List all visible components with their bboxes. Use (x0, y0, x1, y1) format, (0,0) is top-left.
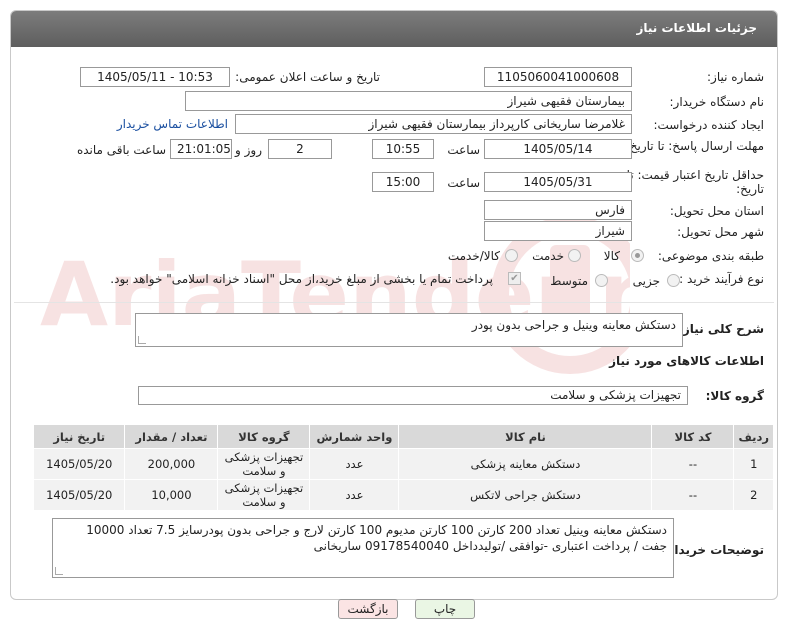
items-table: ردیف کد کالا نام کالا واحد شمارش گروه کا… (32, 424, 774, 511)
purchase-type-label: نوع فرآیند خرید : (679, 272, 764, 286)
remaining-label: ساعت باقی مانده (76, 143, 166, 157)
announce-datetime-field: 1405/05/11 - 10:53 (80, 67, 230, 87)
contact-info-link[interactable]: اطلاعات تماس خریدار (117, 117, 228, 131)
subject-radio-service[interactable] (568, 249, 581, 262)
goods-info-heading: اطلاعات کالاهای مورد نیاز (609, 354, 764, 368)
col-header-row-number: ردیف (733, 424, 774, 449)
back-button[interactable]: بازگشت (338, 599, 398, 619)
requester-label: ایجاد کننده درخواست: (653, 118, 764, 132)
cell-row-number: 2 (733, 479, 774, 511)
description-text: دستکش معاینه وینیل و جراحی بدون پودر (471, 318, 676, 332)
reply-time-field: 10:55 (372, 139, 434, 159)
goods-group-field: تجهیزات پزشکی و سلامت (138, 386, 688, 405)
cell-row-number: 1 (733, 448, 774, 480)
cell-need-date: 1405/05/20 (32, 448, 126, 480)
price-time-field: 15:00 (372, 172, 434, 192)
goods-group-label: گروه کالا: (705, 389, 764, 403)
subject-option-service: خدمت (532, 249, 564, 263)
col-header-quantity: تعداد / مقدار (124, 424, 219, 449)
reply-date-field: 1405/05/14 (484, 139, 632, 159)
province-field: فارس (484, 200, 632, 220)
col-header-group: گروه کالا (217, 424, 311, 449)
price-date-field: 1405/05/31 (484, 172, 632, 192)
description-textarea[interactable]: دستکش معاینه وینیل و جراحی بدون پودر (135, 313, 683, 347)
days-field: 2 (268, 139, 332, 159)
panel-title: جزئیات اطلاعات نیاز (636, 21, 757, 35)
cell-item-name: دستکش جراحی لاتکس (398, 479, 653, 511)
col-header-need-date: تاریخ نیاز (32, 424, 126, 449)
table-row: 1 -- دستکش معاینه پزشکی عدد تجهیزات پزشک… (32, 448, 774, 480)
payment-note: پرداخت تمام یا بخشی از مبلغ خرید،از محل … (110, 272, 493, 286)
col-header-item-code: کد کالا (651, 424, 735, 449)
requester-field: غلامرضا ساریخانی کارپرداز بیمارستان فقیه… (235, 114, 632, 134)
buyer-notes-text: دستکش معاینه وینیل تعداد 200 کارتن 100 ک… (86, 523, 667, 553)
reply-time-label: ساعت (447, 143, 480, 157)
panel-header: جزئیات اطلاعات نیاز (11, 11, 777, 47)
buyer-org-field: بیمارستان فقیهی شیراز (185, 91, 632, 111)
day-and-label: روز و (235, 143, 262, 157)
subject-option-goods-service: کالا/خدمت (447, 249, 500, 263)
cell-group: تجهیزات پزشکی و سلامت (217, 479, 311, 511)
purchase-radio-medium[interactable] (595, 274, 608, 287)
cell-unit: عدد (309, 448, 400, 480)
cell-unit: عدد (309, 479, 400, 511)
payment-checkbox[interactable]: ✔ (508, 272, 521, 285)
need-number-field: 1105060041000608 (484, 67, 632, 87)
announce-datetime-label: تاریخ و ساعت اعلان عمومی: (235, 70, 380, 84)
resize-grip[interactable] (55, 567, 63, 575)
cell-quantity: 10,000 (124, 479, 219, 511)
table-header-row: ردیف کد کالا نام کالا واحد شمارش گروه کا… (32, 424, 774, 449)
price-time-label: ساعت (447, 176, 480, 190)
resize-grip[interactable] (138, 336, 146, 344)
cell-need-date: 1405/05/20 (32, 479, 126, 511)
buyer-org-label: نام دستگاه خریدار: (669, 95, 765, 109)
col-header-unit: واحد شمارش (309, 424, 400, 449)
need-number-label: شماره نیاز: (707, 70, 764, 84)
cell-quantity: 200,000 (124, 448, 219, 480)
cell-item-name: دستکش معاینه پزشکی (398, 448, 653, 480)
city-label: شهر محل تحویل: (677, 225, 764, 239)
divider (14, 302, 774, 303)
purchase-option-minor: جزیی (632, 274, 660, 288)
cell-item-code: -- (651, 479, 735, 511)
subject-radio-goods[interactable] (631, 249, 644, 262)
purchase-option-medium: متوسط (550, 274, 588, 288)
city-field: شیراز (484, 221, 632, 241)
description-label: شرح کلی نیاز: (678, 322, 764, 336)
buyer-notes-label: توضیحات خریدار: (662, 543, 764, 557)
cell-group: تجهیزات پزشکی و سلامت (217, 448, 311, 480)
buyer-notes-textarea[interactable]: دستکش معاینه وینیل تعداد 200 کارتن 100 ک… (52, 518, 674, 578)
cell-item-code: -- (651, 448, 735, 480)
subject-radio-goods-service[interactable] (505, 249, 518, 262)
province-label: استان محل تحویل: (669, 204, 764, 218)
price-deadline-label: حداقل تاریخ اعتبار قیمت: تا تاریخ: (626, 168, 764, 196)
remaining-time-field: 21:01:05 (170, 139, 232, 159)
purchase-radio-minor[interactable] (667, 274, 680, 287)
table-row: 2 -- دستکش جراحی لاتکس عدد تجهیزات پزشکی… (32, 479, 774, 511)
subject-class-label: طبقه بندی موضوعی: (657, 249, 764, 263)
subject-option-goods: کالا (603, 249, 620, 263)
col-header-item-name: نام کالا (398, 424, 653, 449)
print-button[interactable]: چاپ (415, 599, 475, 619)
reply-deadline-label: مهلت ارسال پاسخ: تا تاریخ: (625, 139, 764, 153)
